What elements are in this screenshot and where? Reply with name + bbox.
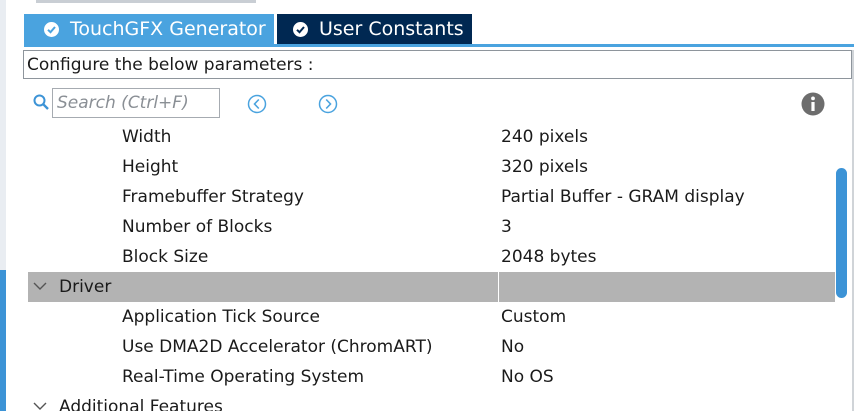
search-input[interactable]	[52, 88, 220, 118]
top-divider	[36, 0, 256, 3]
scrollbar-thumb[interactable]	[836, 168, 847, 298]
group-row-additional-features[interactable]: Additional Features	[28, 392, 835, 411]
parameter-row-rtos[interactable]: Real-Time Operating System No OS	[28, 362, 835, 392]
chevron-right-circle-icon[interactable]	[318, 94, 338, 114]
parameter-name: Real-Time Operating System	[122, 367, 365, 387]
config-description: Configure the below parameters :	[23, 50, 852, 79]
parameter-name: Height	[122, 157, 179, 177]
check-circle-icon	[44, 21, 59, 37]
tab-touchgfx-generator[interactable]: TouchGFX Generator	[24, 14, 274, 44]
parameter-name: Number of Blocks	[122, 217, 273, 237]
info-icon[interactable]	[801, 92, 825, 116]
group-label: Driver	[59, 277, 112, 297]
parameter-row-number-of-blocks[interactable]: Number of Blocks 3	[28, 212, 835, 242]
parameter-value[interactable]: Custom	[501, 307, 566, 327]
tab-underline	[24, 44, 854, 47]
parameter-value[interactable]: No	[501, 337, 524, 357]
parameter-name: Block Size	[122, 247, 209, 267]
chevron-left-circle-icon[interactable]	[247, 94, 267, 114]
parameter-name: Use DMA2D Accelerator (ChromART)	[122, 337, 433, 357]
group-label: Additional Features	[59, 397, 223, 411]
parameter-row-framebuffer-strategy[interactable]: Framebuffer Strategy Partial Buffer - GR…	[28, 182, 835, 212]
parameter-value[interactable]: 320 pixels	[501, 157, 588, 177]
tab-label: TouchGFX Generator	[70, 18, 266, 40]
parameter-row-width[interactable]: Width 240 pixels	[28, 122, 835, 152]
parameter-value[interactable]: 3	[501, 217, 512, 237]
column-divider	[498, 272, 499, 302]
parameter-value[interactable]: 2048 bytes	[501, 247, 597, 267]
tab-user-constants[interactable]: User Constants	[277, 14, 472, 44]
left-panel-accent	[0, 270, 6, 411]
parameter-grid: Width 240 pixels Height 320 pixels Frame…	[28, 122, 836, 411]
search-icon	[33, 94, 49, 110]
parameter-row-height[interactable]: Height 320 pixels	[28, 152, 835, 182]
parameter-row-block-size[interactable]: Block Size 2048 bytes	[28, 242, 835, 272]
left-panel-edge	[0, 0, 6, 411]
parameter-name: Application Tick Source	[122, 307, 320, 327]
parameter-value[interactable]: Partial Buffer - GRAM display	[501, 187, 745, 207]
chevron-down-icon[interactable]	[33, 281, 47, 291]
tab-label: User Constants	[319, 18, 464, 40]
check-circle-icon	[293, 21, 308, 37]
parameter-name: Width	[122, 127, 172, 147]
parameter-value[interactable]: No OS	[501, 367, 554, 387]
parameter-name: Framebuffer Strategy	[122, 187, 304, 207]
parameter-row-use-dma2d[interactable]: Use DMA2D Accelerator (ChromART) No	[28, 332, 835, 362]
parameter-value[interactable]: 240 pixels	[501, 127, 588, 147]
chevron-down-icon[interactable]	[33, 401, 47, 411]
group-row-driver[interactable]: Driver	[28, 272, 835, 302]
parameter-row-application-tick-source[interactable]: Application Tick Source Custom	[28, 302, 835, 332]
